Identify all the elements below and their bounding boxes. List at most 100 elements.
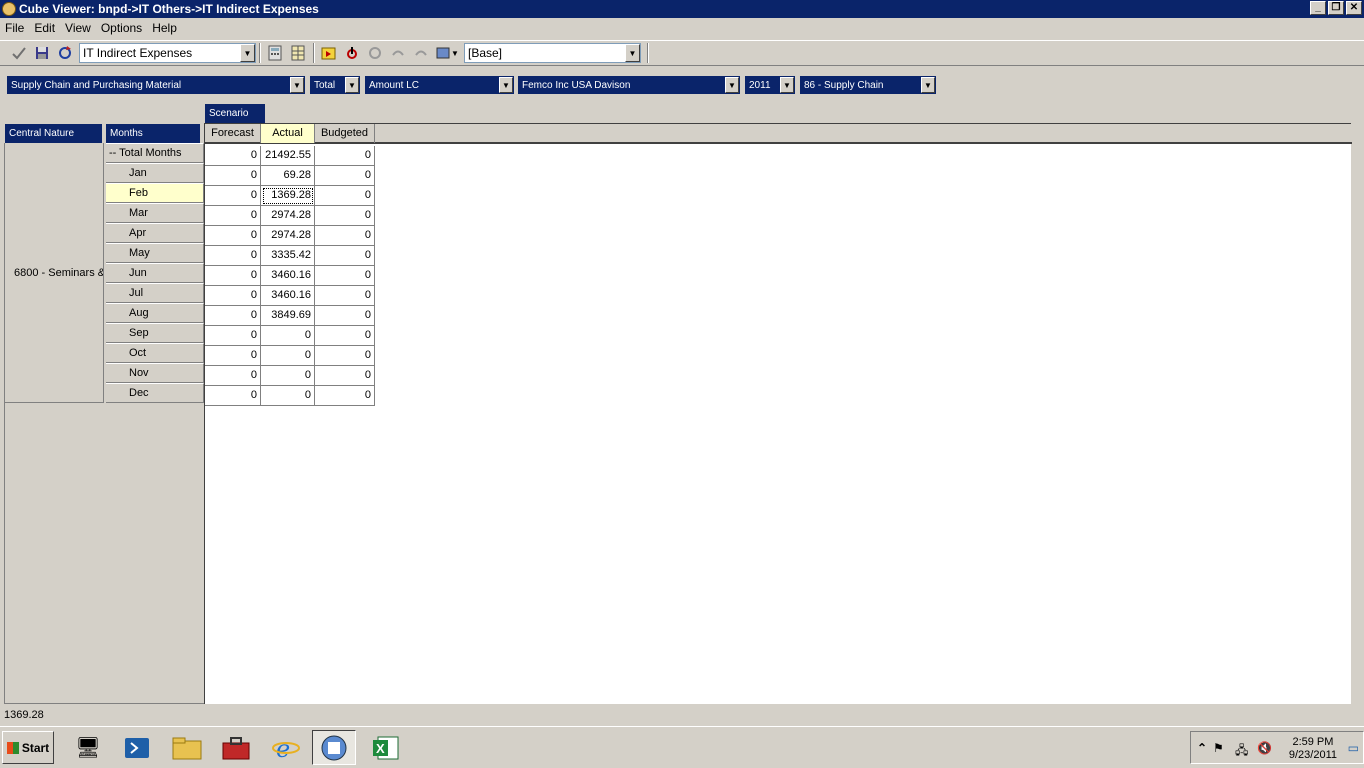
month-row-header[interactable]: -- Total Months (106, 143, 204, 163)
chevron-down-icon[interactable]: ▼ (921, 77, 935, 93)
data-cell-actual[interactable]: 69.28 (261, 166, 315, 186)
data-cell-actual[interactable]: 3460.16 (261, 286, 315, 306)
data-cell-actual[interactable]: 1369.28 (261, 186, 315, 206)
chart-dropdown-icon[interactable]: ▼ (433, 42, 461, 64)
dimension-year-selector[interactable]: 2011 ▼ (745, 76, 795, 94)
data-cell-budgeted[interactable]: 0 (315, 146, 375, 166)
folder-icon[interactable] (165, 730, 209, 765)
action-center-flag-icon[interactable]: ⚑ (1213, 741, 1224, 755)
chevron-down-icon[interactable]: ▼ (725, 77, 739, 93)
data-cell-budgeted[interactable]: 0 (315, 386, 375, 406)
data-cell-forecast[interactable]: 0 (205, 366, 261, 386)
month-row-header[interactable]: Mar (106, 203, 204, 223)
recalculate-icon[interactable] (8, 42, 30, 64)
network-icon[interactable]: 🖧 (1235, 741, 1248, 762)
month-row-header[interactable]: Sep (106, 323, 204, 343)
menu-options[interactable]: Options (96, 21, 147, 35)
refresh-icon[interactable] (54, 42, 76, 64)
data-cell-actual[interactable]: 0 (261, 366, 315, 386)
data-cell-budgeted[interactable]: 0 (315, 206, 375, 226)
data-cell-forecast[interactable]: 0 (205, 266, 261, 286)
redo-refresh-icon[interactable] (364, 42, 386, 64)
view-combo[interactable]: IT Indirect Expenses ▼ (79, 43, 256, 63)
dimension-department-selector[interactable]: 86 - Supply Chain ▼ (800, 76, 936, 94)
dimension-material-selector[interactable]: Supply Chain and Purchasing Material ▼ (7, 76, 305, 94)
data-cell-budgeted[interactable]: 0 (315, 266, 375, 286)
internet-explorer-icon[interactable]: e (264, 730, 308, 765)
month-row-header[interactable]: Nov (106, 363, 204, 383)
restore-button[interactable]: ❐ (1328, 1, 1344, 15)
month-row-header[interactable]: Dec (106, 383, 204, 403)
data-cell-actual[interactable]: 21492.55 (261, 146, 315, 166)
cube-viewer-app-icon[interactable] (312, 730, 356, 765)
data-cell-forecast[interactable]: 0 (205, 386, 261, 406)
month-row-header[interactable]: May (106, 243, 204, 263)
clock[interactable]: 2:59 PM 9/23/2011 (1289, 736, 1337, 762)
column-dimension-scenario[interactable]: Scenario (205, 104, 265, 123)
menu-edit[interactable]: Edit (29, 21, 60, 35)
chevron-down-icon[interactable]: ▼ (345, 77, 359, 93)
calculator-icon[interactable] (264, 42, 286, 64)
data-cell-actual[interactable]: 0 (261, 346, 315, 366)
grid-calc-icon[interactable] (287, 42, 309, 64)
data-cell-forecast[interactable]: 0 (205, 246, 261, 266)
month-row-header[interactable]: Feb (106, 183, 204, 203)
powershell-icon[interactable] (115, 730, 159, 765)
chevron-down-icon[interactable]: ▼ (290, 77, 304, 93)
data-cell-budgeted[interactable]: 0 (315, 186, 375, 206)
month-row-header[interactable]: Aug (106, 303, 204, 323)
data-cell-forecast[interactable]: 0 (205, 306, 261, 326)
start-button[interactable]: Start (2, 731, 54, 764)
close-button[interactable]: ✕ (1346, 1, 1362, 15)
data-cell-actual[interactable]: 2974.28 (261, 206, 315, 226)
undo-icon[interactable] (387, 42, 409, 64)
dimension-amount-selector[interactable]: Amount LC ▼ (365, 76, 514, 94)
data-spread-icon[interactable] (341, 42, 363, 64)
data-cell-forecast[interactable]: 0 (205, 226, 261, 246)
chevron-down-icon[interactable]: ▼ (499, 77, 513, 93)
data-cell-budgeted[interactable]: 0 (315, 246, 375, 266)
data-cell-forecast[interactable]: 0 (205, 286, 261, 306)
month-row-header[interactable]: Jul (106, 283, 204, 303)
data-cell-budgeted[interactable]: 0 (315, 166, 375, 186)
month-row-header[interactable]: Jan (106, 163, 204, 183)
export-icon[interactable] (318, 42, 340, 64)
data-cell-actual[interactable]: 3460.16 (261, 266, 315, 286)
data-cell-forecast[interactable]: 0 (205, 166, 261, 186)
subset-combo[interactable]: [Base] ▼ (464, 43, 641, 63)
show-desktop-icon[interactable]: ▭ (1348, 741, 1359, 755)
column-header-actual[interactable]: Actual (261, 124, 315, 143)
data-cell-budgeted[interactable]: 0 (315, 226, 375, 246)
data-cell-budgeted[interactable]: 0 (315, 306, 375, 326)
data-cell-forecast[interactable]: 0 (205, 186, 261, 206)
menu-file[interactable]: File (0, 21, 29, 35)
data-cell-actual[interactable]: 3849.69 (261, 306, 315, 326)
show-hidden-icons-icon[interactable]: ⌃ (1197, 741, 1207, 755)
minimize-button[interactable]: _ (1310, 1, 1326, 15)
data-cell-actual[interactable]: 2974.28 (261, 226, 315, 246)
menu-view[interactable]: View (60, 21, 96, 35)
toolbox-icon[interactable] (214, 730, 258, 765)
redo-icon[interactable] (410, 42, 432, 64)
volume-muted-icon[interactable]: 🔇 (1257, 741, 1272, 755)
month-row-header[interactable]: Apr (106, 223, 204, 243)
column-header-budgeted[interactable]: Budgeted (315, 124, 375, 143)
dimension-total-selector[interactable]: Total ▼ (310, 76, 360, 94)
data-cell-actual[interactable]: 0 (261, 326, 315, 346)
data-cell-budgeted[interactable]: 0 (315, 326, 375, 346)
dimension-company-selector[interactable]: Femco Inc USA Davison ▼ (518, 76, 740, 94)
month-row-header[interactable]: Jun (106, 263, 204, 283)
chevron-down-icon[interactable]: ▼ (240, 44, 255, 62)
server-manager-icon[interactable]: 🖥 (66, 730, 110, 765)
data-cell-forecast[interactable]: 0 (205, 346, 261, 366)
chevron-down-icon[interactable]: ▼ (780, 77, 794, 93)
data-cell-budgeted[interactable]: 0 (315, 346, 375, 366)
data-cell-forecast[interactable]: 0 (205, 206, 261, 226)
month-row-header[interactable]: Oct (106, 343, 204, 363)
excel-icon[interactable]: X (364, 730, 408, 765)
menu-help[interactable]: Help (147, 21, 182, 35)
row-dimension-months[interactable]: Months (106, 124, 200, 143)
chevron-down-icon[interactable]: ▼ (625, 44, 640, 62)
central-nature-cell[interactable]: 6800 - Seminars & (5, 143, 104, 403)
app-icon[interactable] (2, 2, 16, 16)
